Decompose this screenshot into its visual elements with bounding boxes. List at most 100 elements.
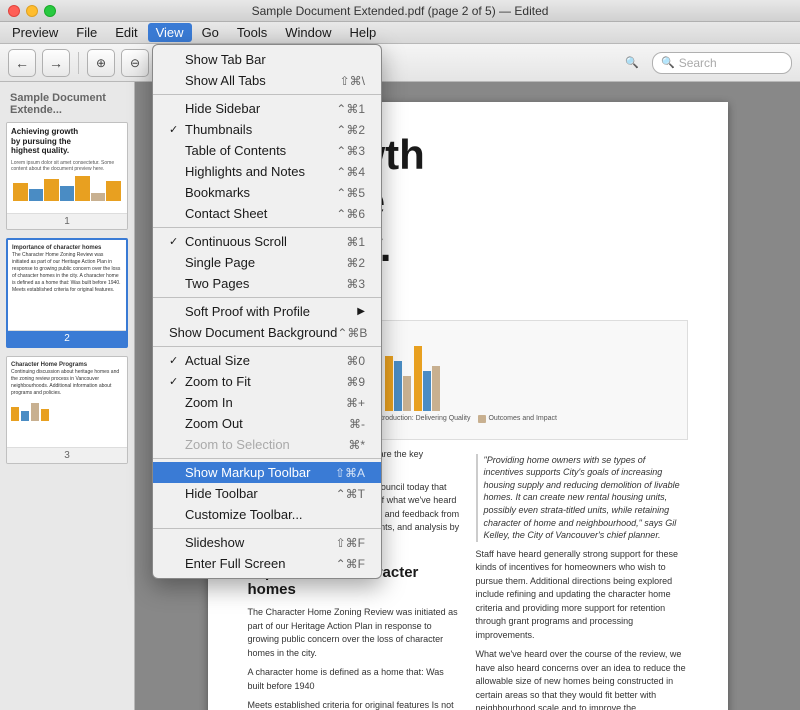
menu-item-show-tab-bar[interactable]: Show Tab Bar: [153, 49, 381, 70]
menu-item-contact-sheet[interactable]: Contact Sheet ⌃⌘6: [153, 203, 381, 224]
menu-item-label: Zoom to Fit: [185, 374, 251, 389]
menu-file[interactable]: File: [68, 23, 105, 42]
menu-item-label: Show Markup Toolbar: [185, 465, 311, 480]
menu-item-label: Contact Sheet: [185, 206, 267, 221]
doc-para-2: A character home is defined as a home th…: [248, 666, 460, 693]
menu-separator-26: [153, 528, 381, 529]
menu-separator-2: [153, 94, 381, 95]
menu-item-table-of-contents[interactable]: Table of Contents ⌃⌘3: [153, 140, 381, 161]
fullscreen-button[interactable]: [44, 5, 56, 17]
menu-item-show-markup-toolbar[interactable]: Show Markup Toolbar ⇧⌘A: [153, 462, 381, 483]
menu-tools[interactable]: Tools: [229, 23, 275, 42]
menu-item-thumbnails[interactable]: ✓Thumbnails⌃⌘2: [153, 119, 381, 140]
menu-shortcut: ⌘*: [348, 438, 365, 452]
zoom-out-button[interactable]: ⊖: [121, 49, 149, 77]
main-area: Sample Document Extende... Achieving gro…: [0, 82, 800, 710]
menu-separator-9: [153, 227, 381, 228]
menu-separator-16: [153, 346, 381, 347]
menu-item-label: Table of Contents: [185, 143, 286, 158]
bar-group-5: [385, 356, 411, 411]
menu-view[interactable]: View: [148, 23, 192, 42]
thumbnail-page-2[interactable]: Importance of character homes The Charac…: [6, 238, 128, 348]
traffic-lights: [8, 5, 56, 17]
menu-item-label: Bookmarks: [185, 185, 250, 200]
menu-item-continuous-scroll[interactable]: ✓Continuous Scroll ⌘1: [153, 231, 381, 252]
menu-item-label: Continuous Scroll: [185, 234, 287, 249]
legend-label-3: Outcomes and Impact: [488, 415, 556, 422]
toolbar-right: 🔍 🔍 Search: [618, 49, 792, 77]
menu-item-zoom-in[interactable]: Zoom In ⌘+: [153, 392, 381, 413]
menu-item-slideshow[interactable]: Slideshow ⇧⌘F: [153, 532, 381, 553]
forward-button[interactable]: →: [42, 49, 70, 77]
menu-item-bookmarks[interactable]: Bookmarks ⌃⌘5: [153, 182, 381, 203]
bar-group-6: [414, 346, 440, 411]
search-icon: 🔍: [661, 56, 675, 69]
menu-item-soft-proof-with-profile[interactable]: Soft Proof with Profile▶: [153, 301, 381, 322]
menu-item-hide-sidebar[interactable]: Hide Sidebar ⌃⌘1: [153, 98, 381, 119]
menu-item-label: Single Page: [185, 255, 255, 270]
menu-shortcut: ⌃⌘1: [336, 102, 365, 116]
close-button[interactable]: [8, 5, 20, 17]
menu-separator-13: [153, 297, 381, 298]
back-button[interactable]: ←: [8, 49, 36, 77]
menu-go[interactable]: Go: [194, 23, 227, 42]
menu-shortcut: ⌘+: [346, 396, 365, 410]
title-bar: Sample Document Extended.pdf (page 2 of …: [0, 0, 800, 22]
legend-color-3: [478, 415, 486, 423]
menu-item-zoom-to-fit[interactable]: ✓Zoom to Fit⌘9: [153, 371, 381, 392]
menu-checkmark: ✓: [169, 375, 185, 388]
menu-item-label: Hide Sidebar: [185, 101, 260, 116]
menu-item-zoom-to-selection: Zoom to Selection⌘*: [153, 434, 381, 455]
menu-item-single-page[interactable]: Single Page ⌘2: [153, 252, 381, 273]
doc-col-right: "Providing home owners with se types of …: [476, 448, 688, 710]
menu-item-enter-full-screen[interactable]: Enter Full Screen ⌃⌘F: [153, 553, 381, 574]
menu-shortcut: ⌘1: [346, 235, 365, 249]
menu-shortcut: ⌃⌘T: [336, 487, 365, 501]
thumbnail-page-3[interactable]: Character Home Programs Continuing discu…: [6, 356, 128, 464]
thumbnail-page-1[interactable]: Achieving growthby pursuing thehighest q…: [6, 122, 128, 230]
menu-checkmark: ✓: [169, 354, 185, 367]
menu-shortcut: ⌘-: [349, 417, 365, 431]
menu-item-label: Slideshow: [185, 535, 244, 550]
menu-shortcut: ⌃⌘4: [336, 165, 365, 179]
menu-shortcut: ⌘3: [346, 277, 365, 291]
menu-shortcut: ⌃⌘3: [336, 144, 365, 158]
menu-shortcut: ⇧⌘F: [336, 536, 365, 550]
menu-shortcut: ⌘2: [346, 256, 365, 270]
search-box[interactable]: 🔍 Search: [652, 52, 792, 74]
menu-preview[interactable]: Preview: [4, 23, 66, 42]
menu-checkmark: ✓: [169, 123, 185, 136]
menu-item-show-document-background[interactable]: Show Document Background⌃⌘B: [153, 322, 381, 343]
menu-checkmark: ✓: [169, 235, 185, 248]
menu-help[interactable]: Help: [342, 23, 385, 42]
menu-item-actual-size[interactable]: ✓Actual Size⌘0: [153, 350, 381, 371]
menu-item-show-all-tabs[interactable]: Show All Tabs⇧⌘\: [153, 70, 381, 91]
menu-item-highlights-and-notes[interactable]: Highlights and Notes ⌃⌘4: [153, 161, 381, 182]
menu-shortcut: ⌃⌘6: [336, 207, 365, 221]
sidebar: Sample Document Extende... Achieving gro…: [0, 82, 135, 710]
menu-item-two-pages[interactable]: Two Pages⌘3: [153, 273, 381, 294]
menu-item-hide-toolbar[interactable]: Hide Toolbar⌃⌘T: [153, 483, 381, 504]
menu-item-label: Actual Size: [185, 353, 250, 368]
menu-item-label: Enter Full Screen: [185, 556, 285, 571]
menu-item-customize-toolbar[interactable]: Customize Toolbar...: [153, 504, 381, 525]
menu-shortcut: ⌃⌘F: [336, 557, 365, 571]
doc-para-1: The Character Home Zoning Review was ini…: [248, 606, 460, 660]
page-number-3: 3: [7, 447, 127, 463]
menu-item-label: Highlights and Notes: [185, 164, 305, 179]
zoom-in-button[interactable]: ⊕: [87, 49, 115, 77]
menu-item-label: Soft Proof with Profile: [185, 304, 310, 319]
menu-item-zoom-out[interactable]: Zoom Out⌘-: [153, 413, 381, 434]
minimize-button[interactable]: [26, 5, 38, 17]
doc-para-right-2: What we've heard over the course of the …: [476, 648, 688, 710]
menu-item-label: Zoom In: [185, 395, 233, 410]
menu-shortcut: ⇧⌘A: [335, 466, 365, 480]
annotate-icon[interactable]: 🔍: [618, 49, 646, 77]
legend-label-2: Introduction: Delivering Quality: [375, 415, 470, 422]
menu-separator-22: [153, 458, 381, 459]
menu-window[interactable]: Window: [277, 23, 339, 42]
menu-edit[interactable]: Edit: [107, 23, 145, 42]
menu-shortcut: ⌃⌘5: [336, 186, 365, 200]
menu-shortcut: ⌃⌘2: [336, 123, 365, 137]
doc-para-right-1: Staff have heard generally strong suppor…: [476, 548, 688, 643]
